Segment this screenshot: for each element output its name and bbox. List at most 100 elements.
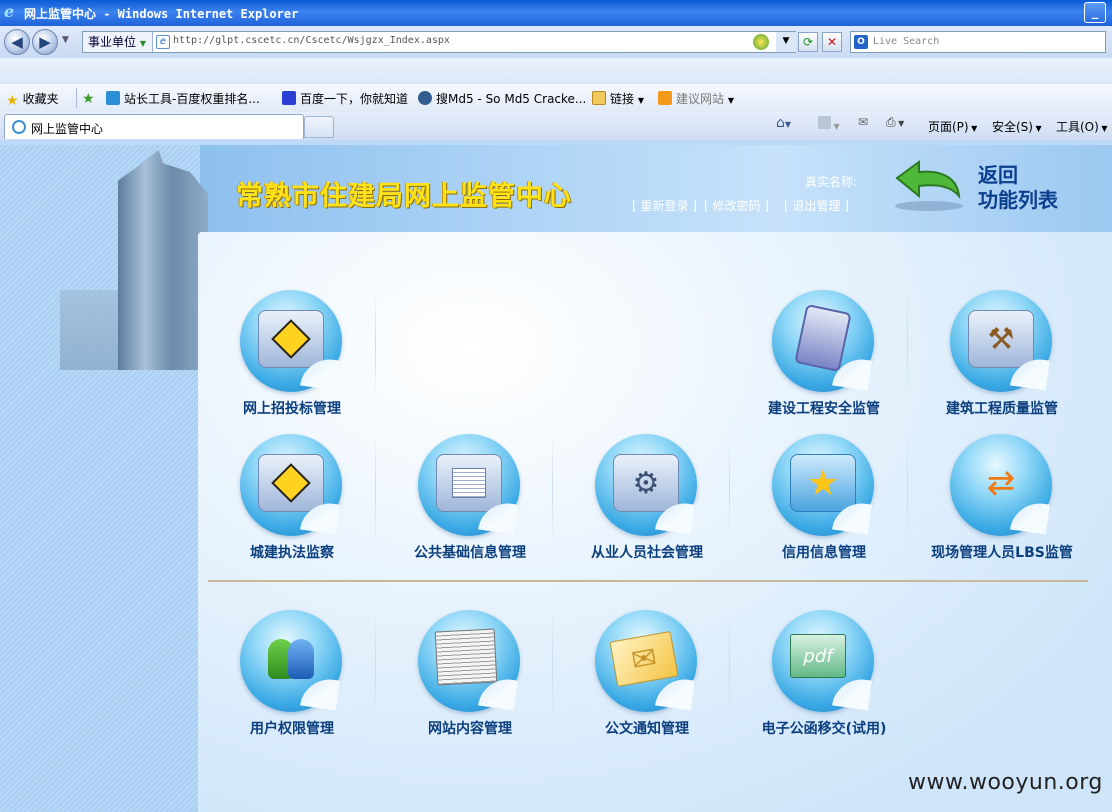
tile-ball: ⇄	[950, 434, 1052, 536]
tile-label: 城建执法监察	[250, 545, 334, 561]
tile-label: 用户权限管理	[250, 721, 334, 737]
tab-title: 网上监管中心	[31, 122, 104, 136]
tile-label: 建筑工程质量监管	[946, 401, 1058, 417]
refresh-button[interactable]: ⟳	[798, 32, 818, 52]
change-password-link[interactable]: [ 修改密码 ]	[704, 197, 769, 214]
tile-ball	[418, 434, 520, 536]
tile-site-content[interactable]: 网站内容管理	[380, 610, 540, 750]
add-favorite-icon: ★	[82, 91, 95, 107]
new-tab-button[interactable]	[304, 116, 334, 138]
tools-menu[interactable]: 工具(O) ▼	[1056, 118, 1108, 135]
tile-ball: ★	[772, 434, 874, 536]
live-search-icon: O	[854, 35, 868, 49]
fav-baidu[interactable]: 百度一下，你就知道	[282, 90, 408, 107]
favorites-label: 收藏夹	[22, 92, 59, 106]
zone-selector[interactable]: 事业单位 ▼	[83, 32, 153, 52]
tile-label: 现场管理人员LBS监管	[931, 545, 1073, 561]
star-icon: ★	[6, 93, 19, 109]
home-icon[interactable]: ⌂▼	[776, 115, 791, 131]
url-text[interactable]: http://glpt.cscetc.cn/Cscetc/Wsjgzx_Inde…	[173, 35, 450, 46]
minimize-button[interactable]: _	[1084, 2, 1106, 23]
fav-suggested[interactable]: 建议网站 ▼	[658, 90, 734, 107]
tile-ball	[240, 290, 342, 392]
add-favorite-button[interactable]: ★	[82, 90, 99, 107]
pdf-icon: pdf	[790, 634, 846, 678]
spacer-bar	[0, 58, 1112, 84]
building-image	[118, 150, 208, 370]
back-button[interactable]: ◀	[4, 29, 30, 55]
back-line1: 返回	[978, 163, 1018, 187]
history-dropdown-icon[interactable]: ▼	[62, 35, 69, 45]
tile-enforcement[interactable]: 城建执法监察	[202, 434, 362, 574]
stop-button[interactable]: ✕	[822, 32, 842, 52]
favorites-button[interactable]: ★ 收藏夹	[6, 90, 59, 109]
mobile-sync-icon: ⇄	[986, 463, 1016, 503]
tile-credit[interactable]: ★ 信用信息管理	[734, 434, 894, 574]
tile-ball: ✉	[595, 610, 697, 712]
fav-chinaz-label: 站长工具-百度权重排名...	[124, 92, 260, 106]
envelope-icon: ✉	[609, 630, 679, 688]
fav-md5[interactable]: 搜Md5 - So Md5 Cracke...	[418, 90, 586, 107]
page-menu[interactable]: 页面(P) ▼	[928, 118, 977, 135]
md5-icon	[418, 91, 432, 105]
baidu-paw-icon	[282, 91, 296, 105]
fav-baidu-label: 百度一下，你就知道	[300, 92, 409, 106]
compat-view-icon[interactable]	[753, 34, 769, 50]
page-menu-label: 页面(P)	[928, 120, 969, 134]
address-dropdown-icon[interactable]: ▼	[776, 32, 796, 52]
tile-basic-info[interactable]: 公共基础信息管理	[380, 434, 540, 574]
tile-notices[interactable]: ✉ 公文通知管理	[557, 610, 717, 750]
window-title: 网上监管中心 - Windows Internet Explorer	[24, 7, 299, 21]
tile-ball: ⚙	[595, 434, 697, 536]
back-line2: 功能列表	[978, 188, 1058, 212]
search-box[interactable]: O Live Search	[850, 31, 1106, 53]
tile-label: 从业人员社会管理	[591, 545, 703, 561]
back-to-menu-button[interactable]: 返回 功能列表	[978, 163, 1058, 213]
print-icon[interactable]: ⎙ ▼	[886, 115, 904, 130]
tile-label: 网站内容管理	[428, 721, 512, 737]
forward-button[interactable]: ▶	[32, 29, 58, 55]
tile-separator	[375, 434, 376, 544]
tile-electronic-letter[interactable]: pdf 电子公函移交(试用)	[734, 610, 894, 750]
tile-separator	[907, 290, 908, 400]
city-skyline-image	[60, 290, 120, 370]
tile-label: 电子公函移交(试用)	[761, 721, 887, 737]
tools-menu-label: 工具(O)	[1056, 120, 1099, 134]
safety-menu[interactable]: 安全(S) ▼	[992, 118, 1042, 135]
tile-label: 信用信息管理	[782, 545, 866, 561]
navigation-bar: ◀ ▶ ▼ 事业单位 ▼ e http://glpt.cscetc.cn/Csc…	[0, 26, 1112, 58]
tile-label: 建设工程安全监管	[768, 401, 880, 417]
mail-icon[interactable]: ✉	[858, 115, 868, 129]
fav-links[interactable]: 链接 ▼	[592, 90, 644, 107]
tile-user-permissions[interactable]: 用户权限管理	[202, 610, 362, 750]
tile-safety[interactable]: 建设工程安全监管	[734, 290, 894, 430]
real-name-label: 真实名称:	[805, 175, 858, 189]
tile-staff[interactable]: ⚙ 从业人员社会管理	[557, 434, 717, 574]
fav-chinaz[interactable]: 站长工具-百度权重排名...	[106, 90, 260, 107]
address-bar[interactable]: 事业单位 ▼ e http://glpt.cscetc.cn/Cscetc/Ws…	[82, 31, 796, 53]
tile-separator	[552, 434, 553, 544]
relogin-link[interactable]: [ 重新登录 ]	[632, 197, 697, 214]
favorites-bar: ★ 收藏夹 ★ 站长工具-百度权重排名... 百度一下，你就知道 搜Md5 - S…	[0, 84, 1112, 112]
tile-separator	[375, 610, 376, 720]
page-icon: e	[156, 35, 170, 49]
tile-lbs[interactable]: ⇄ 现场管理人员LBS监管	[912, 434, 1073, 574]
feeds-icon[interactable]: ▼	[818, 116, 840, 132]
star-folder-icon: ★	[790, 454, 856, 512]
document-folder-icon	[436, 454, 502, 512]
tile-separator	[907, 434, 908, 544]
tile-quality[interactable]: ⚒ 建筑工程质量监管	[912, 290, 1072, 430]
chinaz-icon	[106, 91, 120, 105]
window-title-bar: e 网上监管中心 - Windows Internet Explorer _	[0, 0, 1112, 26]
back-arrow-icon[interactable]	[893, 160, 965, 212]
tile-ball: ⚒	[950, 290, 1052, 392]
zone-label: 事业单位	[88, 35, 137, 49]
fav-suggested-label: 建议网站	[676, 92, 725, 106]
search-input[interactable]: Live Search	[873, 36, 939, 47]
folder-icon	[592, 91, 606, 105]
tab-active[interactable]: 网上监管中心	[4, 114, 304, 139]
logout-link[interactable]: [ 退出管理 ]	[784, 197, 849, 214]
tile-ball	[240, 434, 342, 536]
tile-ball	[418, 610, 520, 712]
tile-bidding[interactable]: 网上招投标管理	[202, 290, 362, 430]
